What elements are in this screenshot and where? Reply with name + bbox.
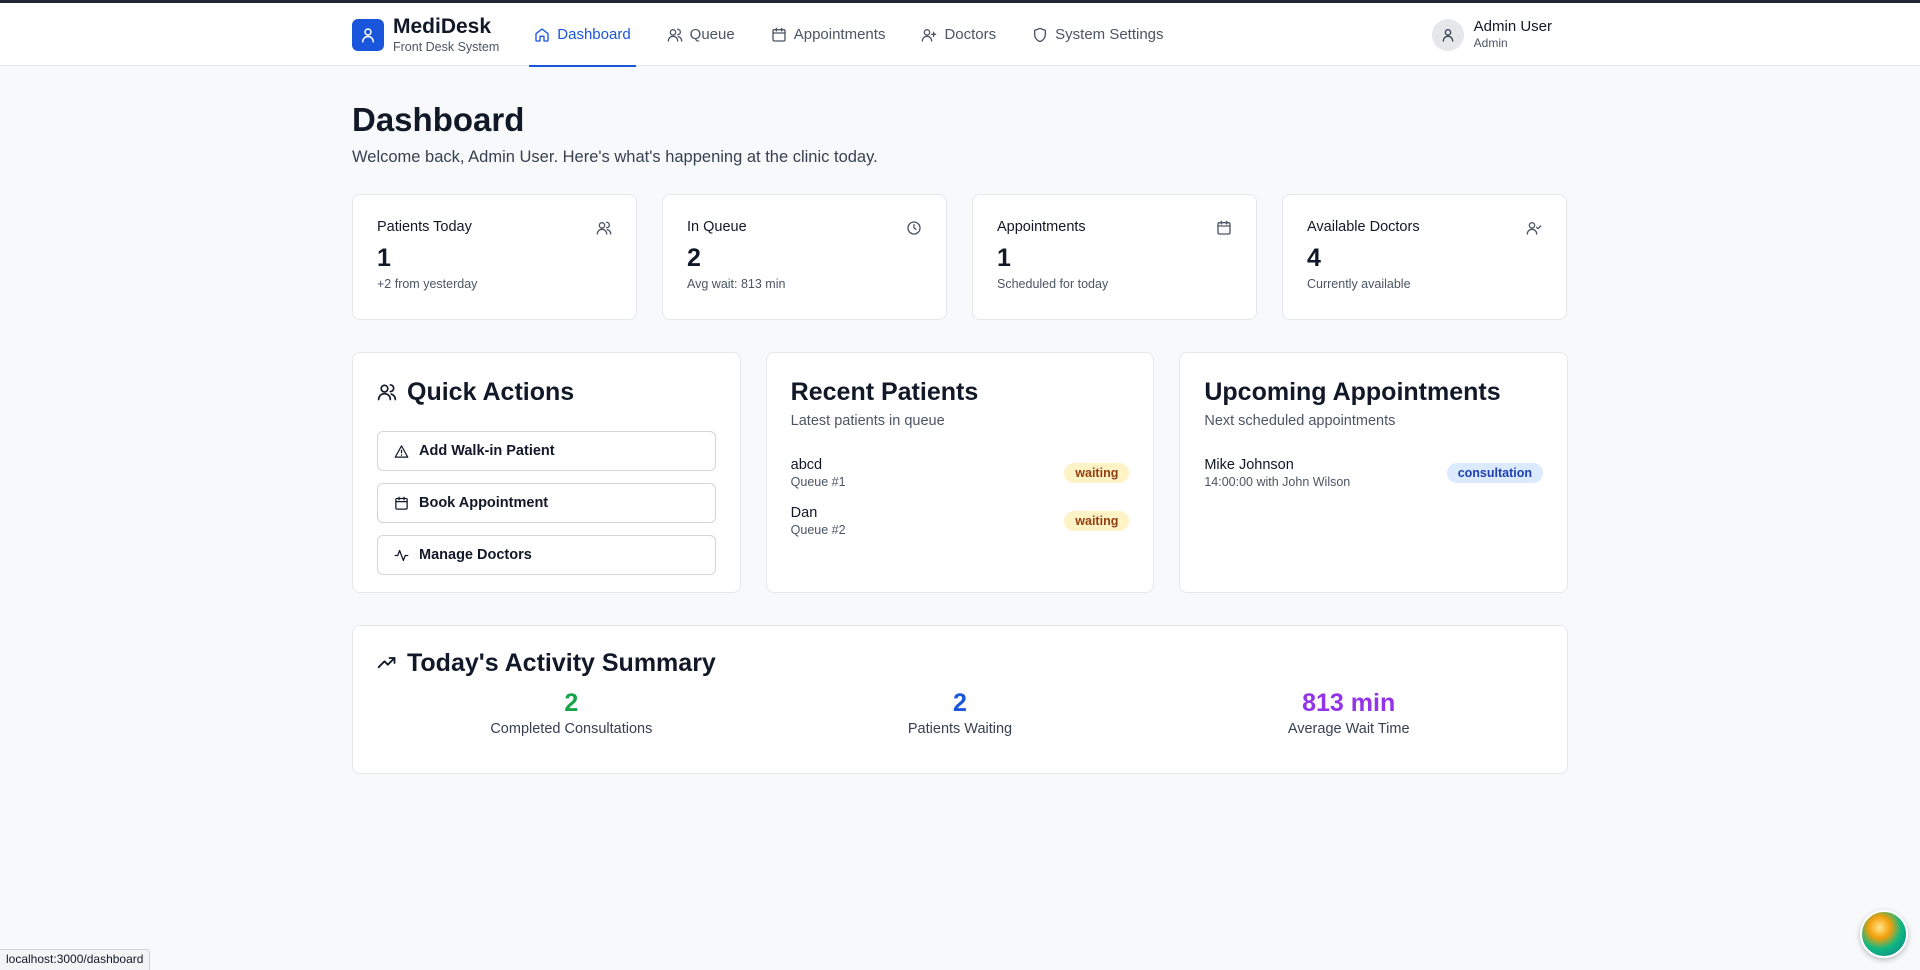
button-label: Manage Doctors: [419, 547, 532, 563]
stat-card-patients-today: Patients Today 1 +2 from yesterday: [352, 194, 637, 320]
nav-dashboard[interactable]: Dashboard: [529, 3, 637, 67]
stat-value: 2: [687, 244, 701, 272]
cards-row: Quick Actions Add Walk-in Patient Book A…: [352, 352, 1569, 593]
card-title: Upcoming Appointments: [1204, 378, 1501, 406]
users-icon: [377, 382, 397, 402]
list-item[interactable]: Mike Johnson 14:00:00 with John Wilson c…: [1204, 449, 1544, 497]
alert-triangle-icon: [394, 444, 409, 459]
card-title: Quick Actions: [407, 378, 575, 406]
stat-value: 1: [377, 244, 391, 272]
stat-label: Appointments: [997, 219, 1086, 235]
summary-value: 2: [564, 689, 579, 717]
nav-label: Queue: [689, 26, 735, 43]
appointment-time: 14:00:00 with John Wilson: [1204, 475, 1351, 489]
summary-value: 813 min: [1302, 689, 1396, 717]
stat-note: Scheduled for today: [997, 277, 1109, 291]
home-icon: [534, 27, 550, 43]
stat-note: +2 from yesterday: [377, 277, 478, 291]
nav-label: Dashboard: [557, 26, 631, 43]
card-description: Latest patients in queue: [790, 413, 945, 429]
book-appointment-button[interactable]: Book Appointment: [377, 483, 716, 523]
add-walk-in-patient-button[interactable]: Add Walk-in Patient: [377, 431, 716, 471]
avatar: [1431, 18, 1464, 51]
patient-name: Dan: [790, 505, 818, 521]
nav-label: System Settings: [1055, 26, 1164, 43]
card-description: Next scheduled appointments: [1204, 413, 1396, 429]
nav-label: Doctors: [944, 26, 997, 43]
user-icon: [1440, 27, 1456, 43]
calendar-icon: [1216, 220, 1232, 236]
page-title: Dashboard: [352, 101, 525, 138]
recent-patients-card: Recent Patients Latest patients in queue…: [765, 352, 1155, 593]
queue-number: Queue #1: [790, 475, 846, 489]
trending-up-icon: [377, 653, 397, 673]
nav-doctors[interactable]: Doctors: [916, 3, 1001, 66]
quick-actions-card: Quick Actions Add Walk-in Patient Book A…: [352, 352, 741, 593]
users-icon: [667, 27, 683, 43]
status-badge: waiting: [1064, 511, 1130, 531]
users-icon: [596, 220, 612, 236]
nav-label: Appointments: [793, 26, 886, 43]
summary-label: Average Wait Time: [1287, 721, 1410, 737]
user-name: Admin User: [1473, 18, 1552, 35]
button-label: Book Appointment: [419, 495, 549, 511]
brand[interactable]: MediDesk Front Desk System: [352, 15, 499, 55]
stat-label: In Queue: [687, 219, 747, 235]
nav-queue[interactable]: Queue: [662, 3, 740, 66]
calendar-icon: [394, 496, 409, 511]
summary-label: Patients Waiting: [907, 721, 1013, 737]
main-nav: Dashboard Queue Appointments Doctors Sys…: [529, 3, 1194, 67]
stat-value: 1: [997, 244, 1011, 272]
brand-logo-icon: [352, 18, 384, 51]
floating-assistant-icon[interactable]: [1860, 910, 1908, 958]
shield-icon: [1032, 27, 1048, 43]
type-badge: consultation: [1446, 463, 1544, 483]
status-bar-url: localhost:3000/dashboard: [0, 949, 151, 970]
status-badge: waiting: [1064, 463, 1130, 483]
clock-icon: [906, 220, 922, 236]
activity-summary-card: Today's Activity Summary 2 Completed Con…: [352, 625, 1568, 774]
summary-completed-consultations: 2 Completed Consultations: [377, 688, 766, 737]
card-title: Today's Activity Summary: [407, 649, 716, 677]
stat-label: Available Doctors: [1307, 219, 1420, 235]
nav-system-settings[interactable]: System Settings: [1027, 3, 1168, 66]
queue-number: Queue #2: [790, 523, 846, 537]
stat-card-available-doctors: Available Doctors 4 Currently available: [1282, 194, 1567, 320]
page-subtitle: Welcome back, Admin User. Here's what's …: [352, 148, 878, 166]
top-navbar: MediDesk Front Desk System Dashboard Que…: [0, 3, 1920, 67]
calendar-icon: [771, 27, 787, 43]
stat-card-appointments: Appointments 1 Scheduled for today: [972, 194, 1257, 320]
button-label: Add Walk-in Patient: [419, 443, 555, 459]
summary-value: 2: [953, 689, 967, 717]
user-role: Admin: [1473, 36, 1508, 50]
summary-average-wait-time: 813 min Average Wait Time: [1154, 688, 1543, 737]
patient-name: abcd: [790, 457, 823, 473]
stat-card-in-queue: In Queue 2 Avg wait: 813 min: [662, 194, 947, 320]
user-check-icon: [1526, 220, 1542, 236]
summary-patients-waiting: 2 Patients Waiting: [766, 688, 1155, 737]
list-item[interactable]: Dan Queue #2 waiting: [791, 497, 1130, 545]
patient-name: Mike Johnson: [1204, 457, 1294, 473]
upcoming-appointments-card: Upcoming Appointments Next scheduled app…: [1179, 352, 1569, 593]
stat-value: 4: [1307, 244, 1321, 272]
nav-appointments[interactable]: Appointments: [766, 3, 891, 66]
stat-note: Currently available: [1307, 277, 1411, 291]
card-title: Recent Patients: [790, 378, 979, 406]
main-content: Dashboard Welcome back, Admin User. Here…: [352, 100, 1569, 774]
brand-name: MediDesk: [393, 14, 492, 38]
summary-label: Completed Consultations: [490, 721, 653, 737]
stat-note: Avg wait: 813 min: [687, 277, 786, 291]
user-menu[interactable]: Admin User Admin: [1431, 18, 1568, 51]
manage-doctors-button[interactable]: Manage Doctors: [377, 535, 716, 575]
brand-subtitle: Front Desk System: [393, 39, 500, 54]
user-plus-icon: [921, 27, 937, 43]
stat-label: Patients Today: [377, 219, 472, 235]
stats-row: Patients Today 1 +2 from yesterday In Qu…: [352, 194, 1568, 320]
list-item[interactable]: abcd Queue #1 waiting: [791, 449, 1130, 497]
activity-icon: [394, 548, 409, 563]
